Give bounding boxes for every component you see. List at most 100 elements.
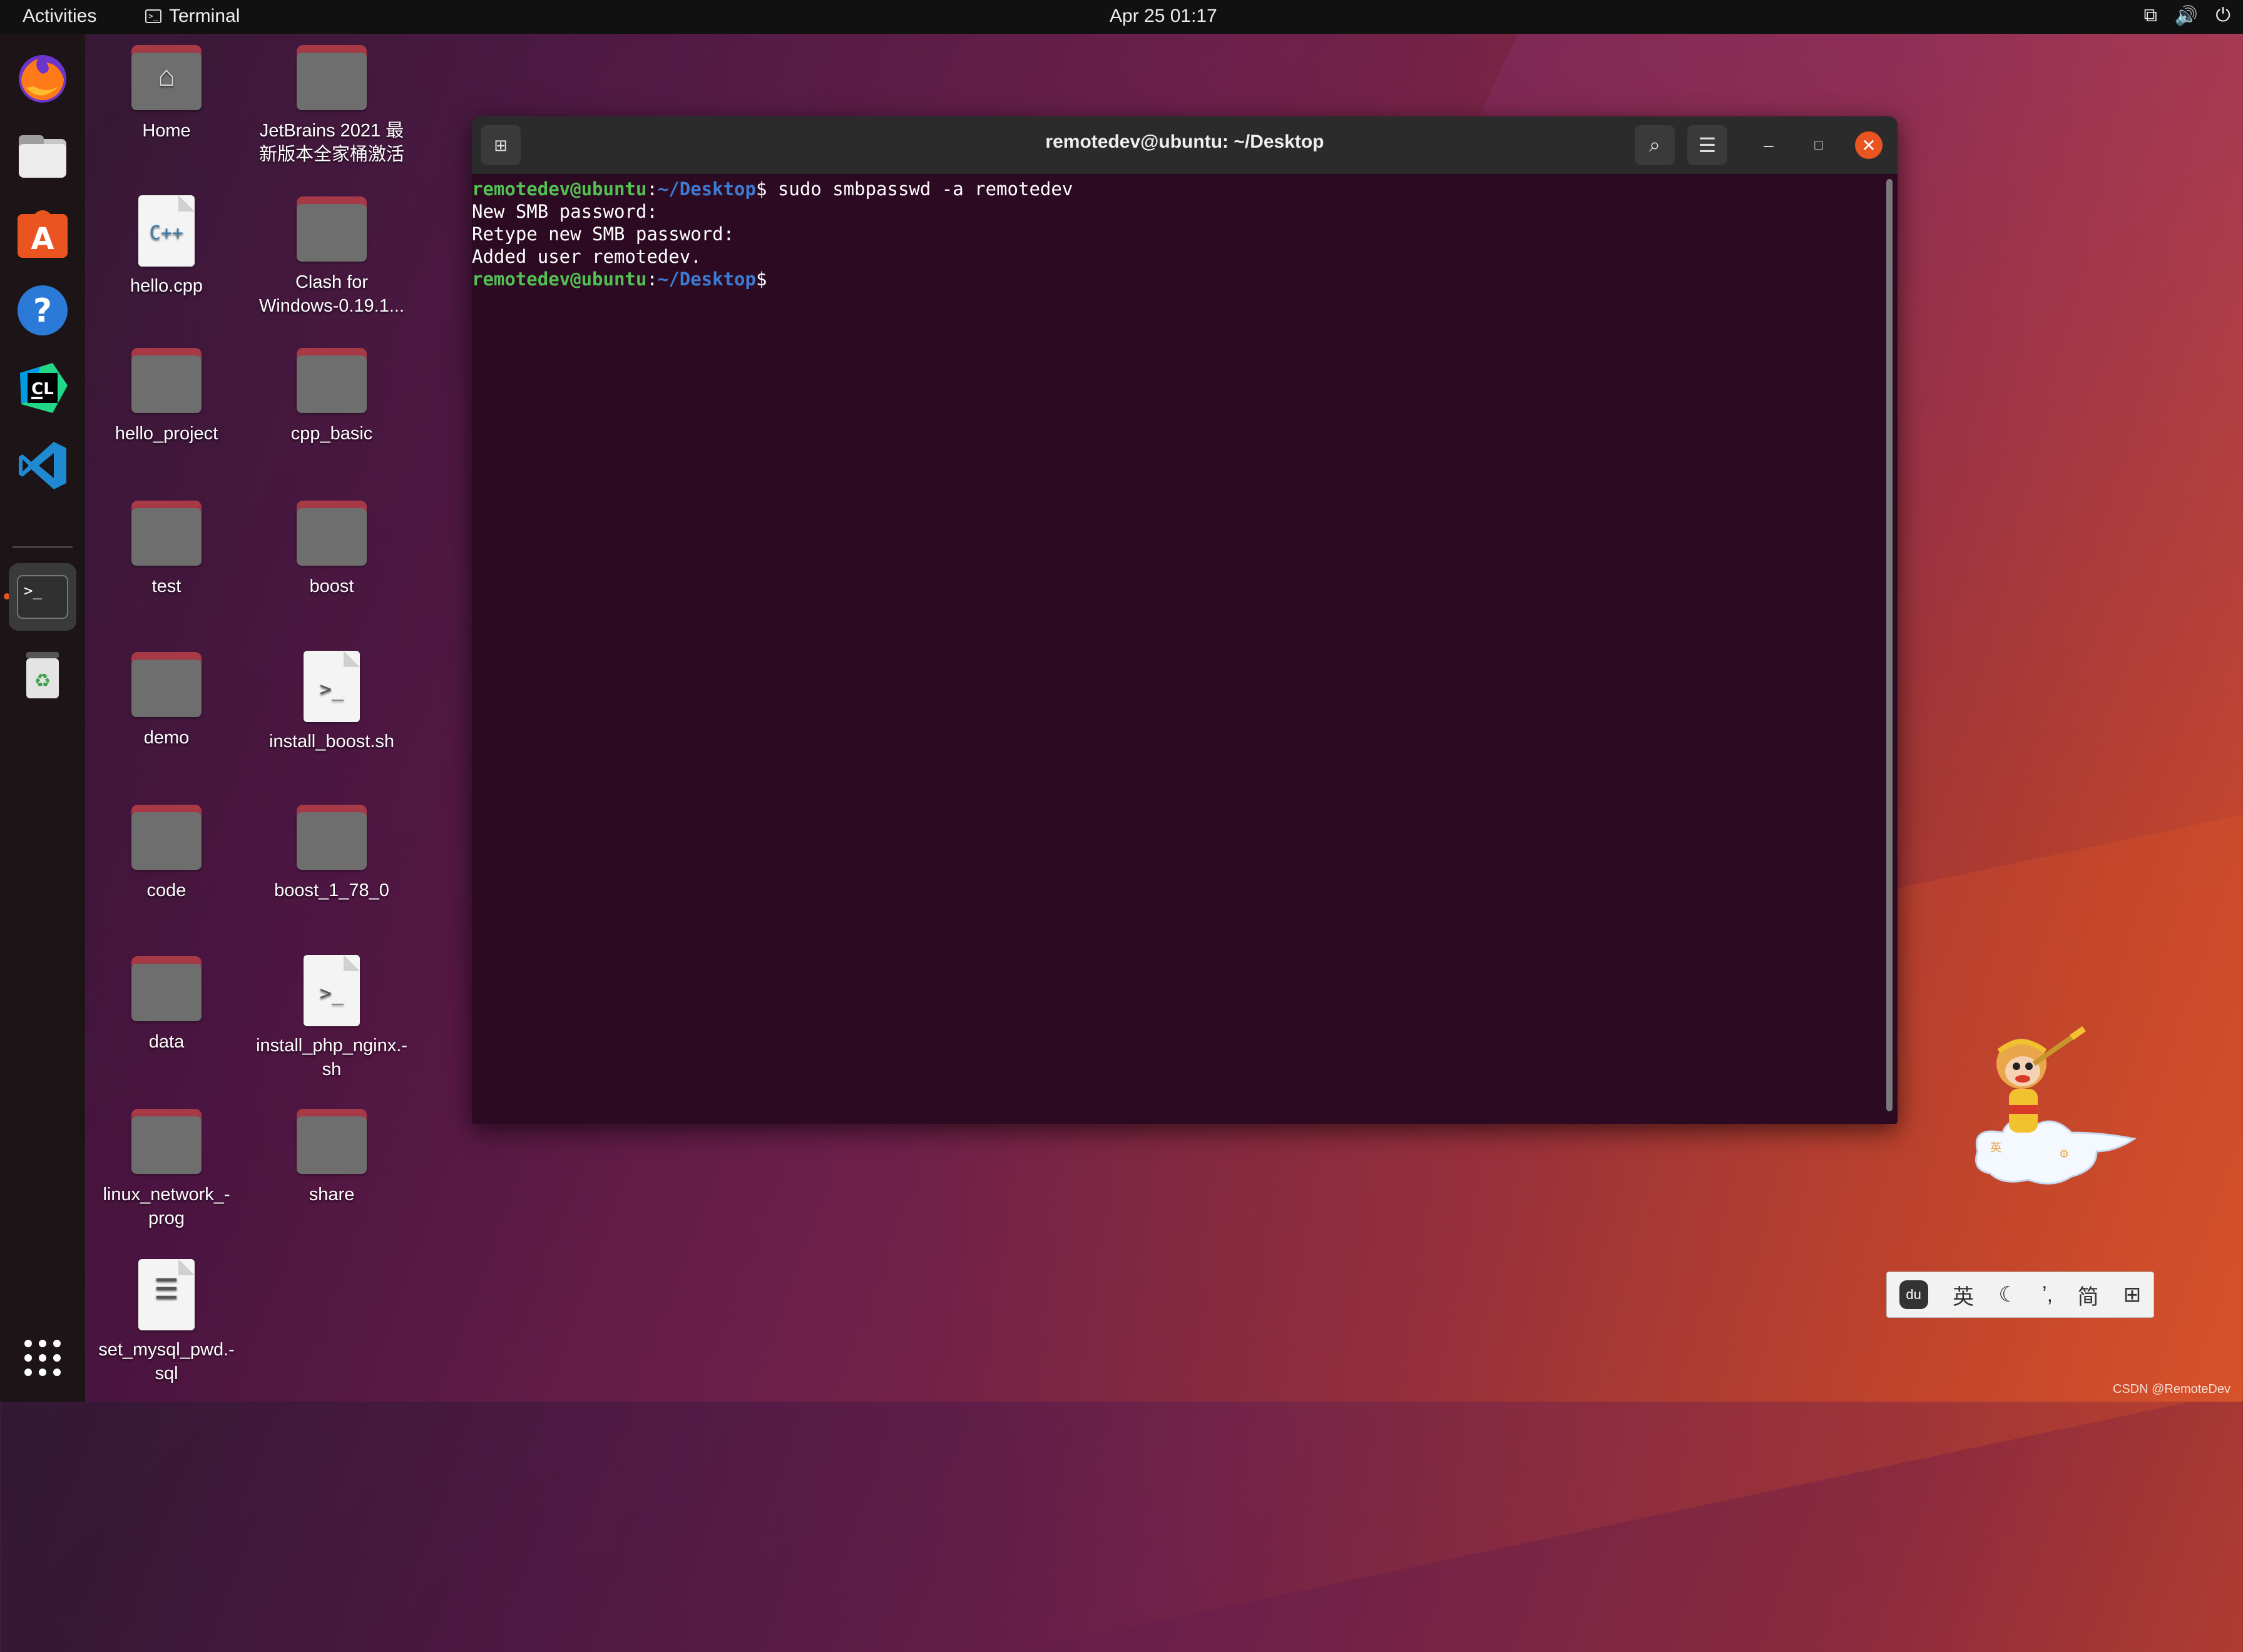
desktop-icon-label: code <box>146 880 186 900</box>
desktop-icon-label: JetBrains 2021 最 <box>259 121 404 141</box>
folder-icon <box>297 45 367 110</box>
desktop-icon-boost-1-78-0[interactable]: boost_1_78_0 <box>250 805 413 902</box>
svg-text:⚙: ⚙ <box>2059 1148 2069 1161</box>
terminal-output[interactable]: remotedev@ubuntu:~/Desktop$ sudo smbpass… <box>472 178 1885 1124</box>
dock-item-trash[interactable]: ♻ <box>9 641 76 708</box>
minimize-button[interactable]: – <box>1755 131 1782 159</box>
desktop-icon-label: hello.cpp <box>130 276 203 296</box>
dock: A ? CL >_ ♻ <box>0 34 85 1402</box>
desktop-icon-label: set_mysql_pwd.- <box>98 1340 235 1360</box>
desktop-icon-test[interactable]: test <box>85 501 248 598</box>
desktop-icon-label: Clash for <box>295 272 369 292</box>
system-tray[interactable]: ⧉ 🔊 ⏻ <box>2143 5 2230 27</box>
home-folder-icon: ⌂ <box>131 45 202 110</box>
app-menu[interactable]: >_ Terminal <box>145 6 240 27</box>
desktop-icon-linux-network-prog[interactable]: linux_network_- prog <box>85 1109 248 1230</box>
activities-button[interactable]: Activities <box>23 6 96 27</box>
network-icon[interactable]: ⧉ <box>2143 5 2157 27</box>
ime-language-toggle[interactable]: 英 <box>1953 1280 1974 1310</box>
terminal-icon: >_ <box>17 575 68 619</box>
desktop-icon-label-line2: sh <box>322 1059 342 1079</box>
desktop-icon-label: boost <box>309 576 354 596</box>
dock-item-help[interactable]: ? <box>9 277 76 344</box>
terminal-line: Added user remotedev. <box>472 246 702 267</box>
dock-item-app-center[interactable]: A <box>9 199 76 267</box>
terminal-header-bar[interactable]: ⊞ remotedev@ubuntu: ~/Desktop ⌕ ☰ – □ ✕ <box>472 116 1898 174</box>
hamburger-menu-icon: ☰ <box>1698 134 1717 156</box>
script-file-icon: >_ <box>304 651 360 722</box>
folder-icon <box>131 805 202 870</box>
ime-punctuation-toggle[interactable]: ʼ, <box>2042 1283 2053 1307</box>
close-button[interactable]: ✕ <box>1855 131 1883 159</box>
clion-icon: CL <box>20 363 68 413</box>
terminal-line: remotedev@ubuntu:~/Desktop$ <box>472 268 1885 290</box>
desktop-icon-label-line2: sql <box>155 1364 178 1384</box>
files-icon <box>19 135 66 178</box>
dock-item-terminal[interactable]: >_ <box>9 563 76 631</box>
folder-icon <box>131 956 202 1021</box>
command-text: sudo smbpasswd -a remotedev <box>767 178 1073 200</box>
desktop-icon-code[interactable]: code <box>85 805 248 902</box>
svg-text:A: A <box>31 222 54 257</box>
dock-item-files[interactable] <box>9 121 76 189</box>
desktop-icon-cpp-basic[interactable]: cpp_basic <box>250 348 413 446</box>
folder-icon <box>131 1109 202 1174</box>
dock-item-clion[interactable]: CL <box>9 354 76 422</box>
desktop-icon-install-php-nginx[interactable]: >_ install_php_nginx.- sh <box>250 955 413 1081</box>
desktop-icon-data[interactable]: data <box>85 956 248 1054</box>
desktop-icon-install-boost[interactable]: >_ install_boost.sh <box>250 651 413 753</box>
desktop-icon-boost[interactable]: boost <box>250 501 413 598</box>
ime-mascot-image[interactable]: 英 ⚙ <box>1965 1026 2147 1195</box>
desktop-icon-hello-cpp[interactable]: C++ hello.cpp <box>85 195 248 298</box>
desktop-icon-label-line2: 新版本全家桶激活 <box>258 145 404 165</box>
desktop-icon-label: data <box>148 1032 185 1052</box>
desktop-icon-home[interactable]: ⌂ Home <box>85 45 248 143</box>
prompt-user: remotedev@ubuntu <box>472 178 647 200</box>
ime-logo-icon[interactable]: du <box>1899 1280 1928 1309</box>
maximize-button[interactable]: □ <box>1805 131 1832 159</box>
desktop-icon-label: boost_1_78_0 <box>274 880 389 900</box>
ime-script-toggle[interactable]: 简 <box>2077 1280 2098 1310</box>
desktop-icon-clash[interactable]: Clash for Windows-0.19.1... <box>250 196 413 318</box>
search-button[interactable]: ⌕ <box>1635 125 1675 165</box>
desktop-icon-share[interactable]: share <box>250 1109 413 1206</box>
clock[interactable]: Apr 25 01:17 <box>1110 6 1217 27</box>
trash-icon: ♻ <box>26 652 59 698</box>
desktop-icon-set-mysql-pwd[interactable]: ☰ set_mysql_pwd.- sql <box>85 1259 248 1385</box>
desktop-icon-label: demo <box>143 728 190 748</box>
top-bar: Activities >_ Terminal Apr 25 01:17 ⧉ 🔊 … <box>0 0 2243 34</box>
moon-icon[interactable]: ☾ <box>1998 1282 2017 1307</box>
menu-button[interactable]: ☰ <box>1687 125 1727 165</box>
desktop-icon-label: Home <box>142 121 191 141</box>
power-icon[interactable]: ⏻ <box>2215 5 2230 27</box>
terminal-line: New SMB password: <box>472 201 658 222</box>
grid-icon[interactable]: ⊞ <box>2123 1282 2142 1307</box>
svg-text:CL: CL <box>31 380 54 399</box>
desktop-icon-hello-project[interactable]: hello_project <box>85 348 248 446</box>
cpp-file-icon: C++ <box>138 195 195 267</box>
desktop-icon-label: hello_project <box>115 424 218 444</box>
folder-icon <box>297 501 367 566</box>
folder-icon <box>131 501 202 566</box>
folder-icon <box>131 348 202 413</box>
terminal-scrollbar[interactable] <box>1886 179 1893 1111</box>
ime-toolbar[interactable]: du 英 ☾ ʼ, 简 ⊞ <box>1886 1272 2154 1318</box>
desktop-icon-jetbrains[interactable]: JetBrains 2021 最 新版本全家桶激活 <box>250 45 413 166</box>
prompt-path: ~/Desktop <box>657 178 756 200</box>
terminal-window[interactable]: ⊞ remotedev@ubuntu: ~/Desktop ⌕ ☰ – □ ✕ … <box>472 116 1898 1124</box>
desktop-icon-label: share <box>309 1185 355 1205</box>
dock-item-firefox[interactable] <box>9 44 76 111</box>
desktop-icon-label: linux_network_- <box>103 1185 230 1205</box>
prompt-symbol: $ <box>755 178 767 200</box>
volume-icon[interactable]: 🔊 <box>2175 5 2198 27</box>
folder-icon <box>297 805 367 870</box>
window-title: remotedev@ubuntu: ~/Desktop <box>1045 131 1324 152</box>
desktop-icon-label: install_boost.sh <box>269 732 394 752</box>
minimize-icon: – <box>1764 135 1774 155</box>
dock-item-vscode[interactable] <box>9 432 76 499</box>
desktop-icon-demo[interactable]: demo <box>85 652 248 750</box>
vscode-icon <box>19 442 66 489</box>
dock-item-show-apps[interactable] <box>9 1324 76 1392</box>
help-icon: ? <box>18 285 68 335</box>
prompt-user: remotedev@ubuntu <box>472 268 647 290</box>
